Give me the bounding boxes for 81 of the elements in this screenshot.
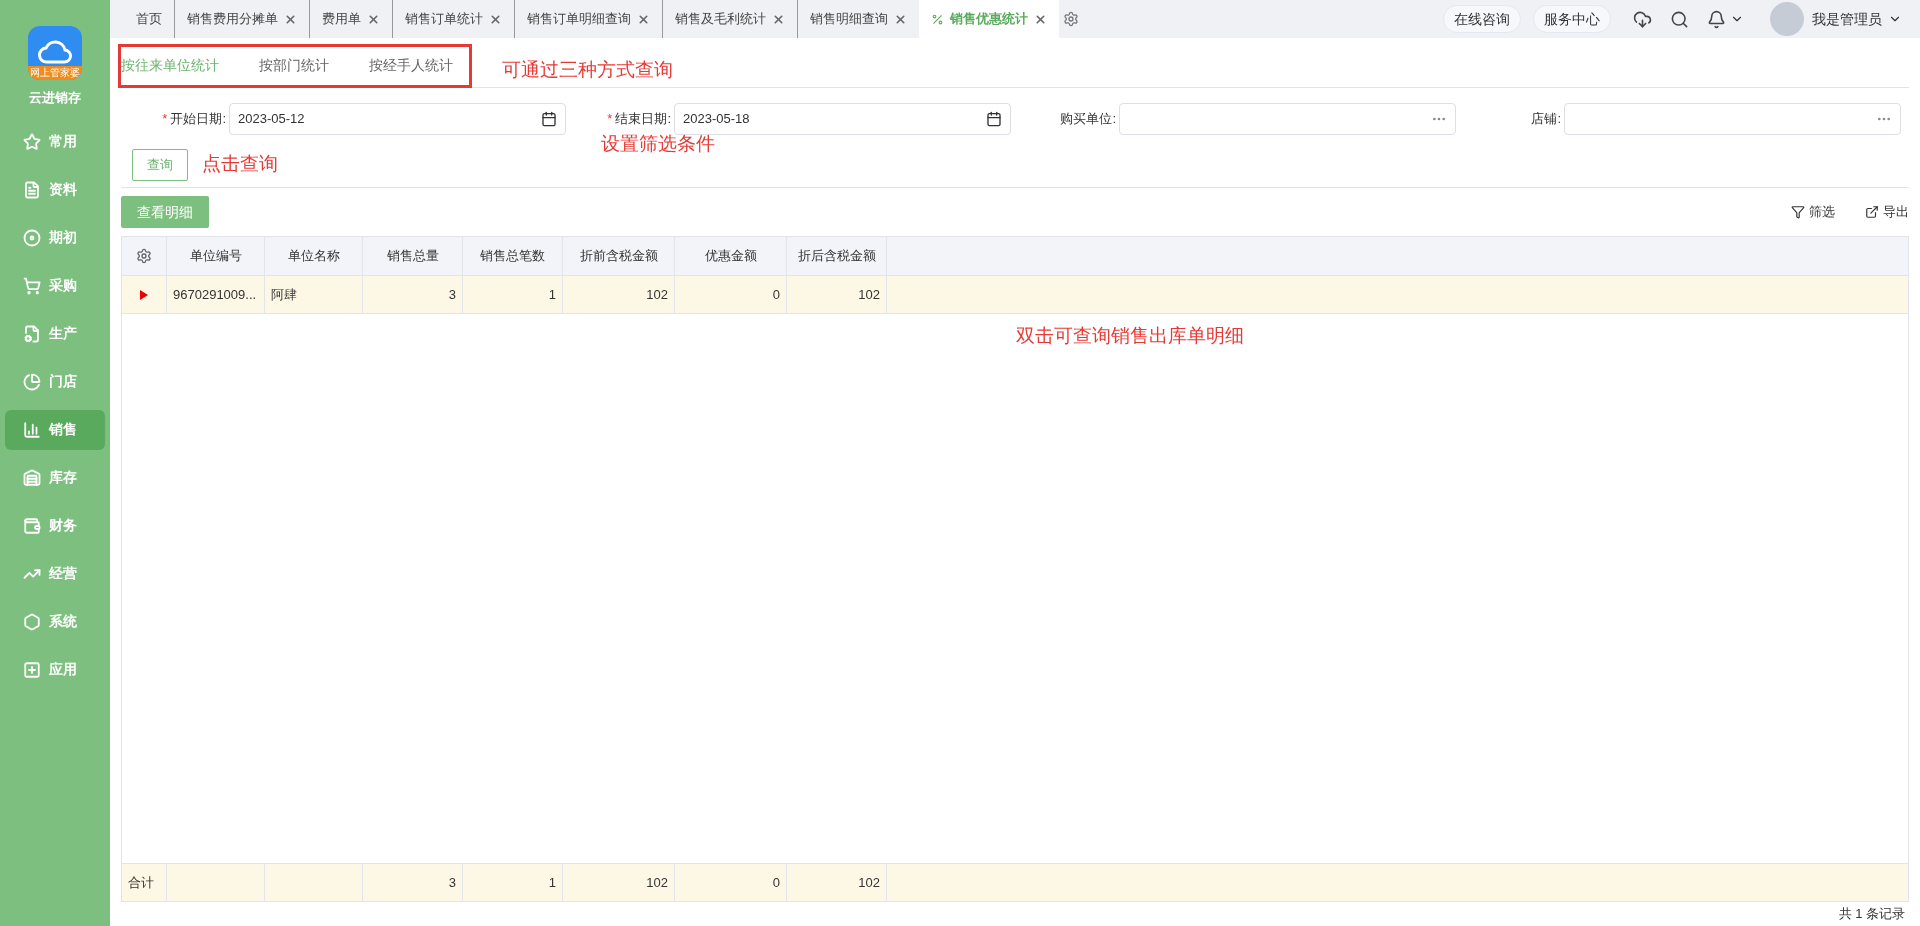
mode-tab[interactable]: 按部门统计	[259, 55, 329, 76]
app-name: 云进销存	[29, 89, 81, 107]
page-tab[interactable]: 销售费用分摊单	[175, 0, 310, 38]
table-cell-text: 3	[448, 873, 456, 892]
page-tab[interactable]: 销售订单统计	[393, 0, 515, 38]
picker-field[interactable]	[1564, 103, 1901, 135]
menu-icon	[23, 420, 41, 439]
page-tab[interactable]: 销售明细查询	[798, 0, 919, 38]
search-icon[interactable]	[1670, 9, 1689, 29]
close-icon[interactable]	[637, 12, 650, 26]
table-cell-text: 合计	[128, 873, 154, 892]
logo-badge: 网上管家婆	[28, 66, 82, 80]
table-cell-text: 0	[772, 873, 780, 892]
table-cell-text: 102	[645, 285, 668, 304]
page-tab[interactable]: 销售及毛利统计	[663, 0, 798, 38]
annotation-text: 设置筛选条件	[601, 132, 715, 156]
export-icon	[1865, 205, 1879, 219]
tab-icon	[931, 12, 944, 26]
picker-field[interactable]	[1119, 103, 1456, 135]
user-name[interactable]: 我是管理员	[1812, 8, 1882, 30]
calendar-icon[interactable]	[986, 111, 1002, 127]
column-header: 折后含税金额	[787, 237, 887, 275]
column-header: 优惠金额	[675, 237, 787, 275]
settings-icon[interactable]	[1063, 11, 1079, 27]
table-cell-text: 1	[548, 873, 556, 892]
record-count: 共 1 条记录	[1838, 905, 1905, 924]
column-header: 折前含税金额	[563, 237, 675, 275]
bell-icon[interactable]	[1707, 9, 1726, 29]
table-cell-text: 1	[547, 285, 556, 304]
close-icon[interactable]	[772, 12, 785, 26]
menu-icon	[23, 228, 41, 247]
annotation-text: 可通过三种方式查询	[502, 58, 673, 83]
table-cell-text: 102	[646, 873, 668, 892]
mode-tab[interactable]: 按经手人统计	[369, 55, 453, 76]
settings-icon[interactable]	[136, 248, 152, 264]
page-tab[interactable]: 费用单	[310, 0, 393, 38]
table-cell-text: 3	[447, 285, 456, 304]
menu-icon	[23, 660, 41, 679]
toolbar-button[interactable]: 筛选	[1791, 202, 1835, 222]
column-header: 单位编号	[167, 237, 265, 275]
menu-icon	[23, 324, 41, 343]
required-mark: *	[607, 110, 613, 129]
date-field[interactable]: 2023-05-18	[674, 103, 1011, 135]
menu-icon	[23, 516, 41, 535]
menu-icon	[23, 372, 41, 391]
field-label: 购买单位:	[1060, 110, 1116, 129]
menu-icon	[23, 468, 41, 487]
close-icon[interactable]	[367, 12, 380, 26]
table-cell-text: 102	[858, 873, 880, 892]
table-cell-text: 0	[771, 285, 780, 304]
table-cell-text: 9670291009...	[173, 285, 258, 304]
field-label: 开始日期:	[170, 110, 226, 129]
column-header: 销售总量	[363, 237, 463, 275]
menu-icon	[23, 276, 41, 295]
close-icon[interactable]	[284, 12, 297, 26]
close-icon[interactable]	[489, 12, 502, 26]
page-tab[interactable]: 首页	[124, 0, 175, 38]
close-icon[interactable]	[1034, 12, 1047, 26]
header-button[interactable]: 在线咨询	[1443, 5, 1521, 33]
header-button[interactable]: 服务中心	[1533, 5, 1611, 33]
date-field[interactable]: 2023-05-12	[229, 103, 566, 135]
menu-icon	[23, 612, 41, 631]
column-header: 销售总笔数	[463, 237, 563, 275]
menu-icon	[23, 132, 41, 151]
page-tab[interactable]: 销售订单明细查询	[515, 0, 663, 38]
table-cell-text: 102	[857, 285, 880, 304]
annotation-text: 双击可查询销售出库单明细	[1016, 324, 1244, 348]
close-icon[interactable]	[894, 12, 907, 26]
field-label: 店铺:	[1531, 110, 1561, 129]
menu-icon	[23, 180, 41, 199]
required-mark: *	[162, 110, 168, 129]
calendar-icon[interactable]	[541, 111, 557, 127]
row-pointer-icon	[140, 289, 148, 300]
field-label: 结束日期:	[615, 110, 671, 129]
toolbar-button[interactable]: 导出	[1865, 202, 1909, 222]
table-row[interactable]: 9670291009... 阿肆 3 1 102 0 102	[122, 276, 1908, 314]
download-icon[interactable]	[1633, 9, 1652, 29]
filter-icon	[1791, 205, 1805, 219]
annotation-text: 点击查询	[202, 152, 278, 177]
column-header: 单位名称	[265, 237, 363, 275]
table-cell-text: 阿肆	[271, 285, 298, 304]
